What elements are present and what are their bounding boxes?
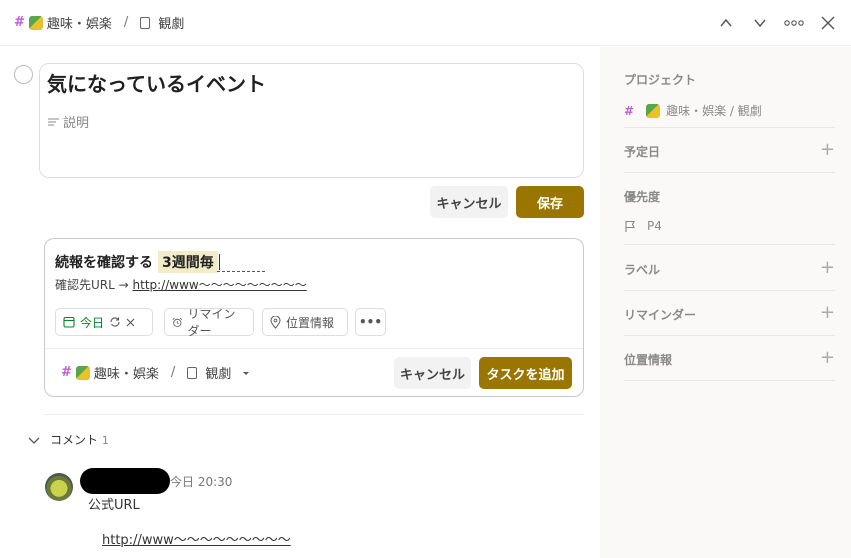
project-field[interactable]: プロジェクト # 趣味・娯楽 / 観劇 [624, 71, 835, 128]
subtask-footer: # 趣味・娯楽 / 観劇 キャンセル タスクを追加 [45, 348, 583, 396]
close-button[interactable] [813, 8, 843, 38]
project-field-value: 趣味・娯楽 / 観劇 [666, 104, 762, 118]
divider [44, 414, 584, 415]
breadcrumb[interactable]: # 趣味・娯楽 / 観劇 [14, 13, 184, 32]
suggestion-underline [217, 271, 265, 272]
project-selector-project: 趣味・娯楽 [93, 367, 159, 382]
project-emoji-icon [646, 103, 661, 118]
more-horizontal-icon [784, 20, 804, 26]
project-emoji-icon [75, 365, 90, 380]
caret-down-icon [243, 371, 250, 375]
due-date-label: 今日 [80, 315, 105, 330]
project-selector-separator: / [170, 365, 176, 380]
due-date-field[interactable]: 予定日 + [624, 141, 835, 173]
comments-heading: コメント [50, 433, 99, 447]
subtask-description-link[interactable]: http://www～～～～～～～～～ [133, 278, 307, 292]
hash-icon: # [624, 103, 635, 118]
due-date-chip[interactable]: 今日 [55, 308, 153, 336]
description-placeholder: 説明 [63, 116, 90, 131]
labels-field-label: ラベル [624, 263, 661, 277]
alarm-clock-icon [172, 317, 183, 327]
text-cursor [218, 254, 220, 270]
subtask-edit-card: 続報を確認する 3週間毎 確認先URL → http://www～～～～～～～～… [44, 238, 584, 397]
task-save-button[interactable]: 保存 [516, 186, 584, 218]
comments-count: 1 [101, 434, 109, 447]
add-reminder-icon[interactable]: + [820, 304, 835, 322]
breadcrumb-separator: / [123, 15, 129, 30]
add-location-icon[interactable]: + [820, 349, 835, 367]
add-due-date-icon[interactable]: + [820, 141, 835, 159]
task-attributes-panel: プロジェクト # 趣味・娯楽 / 観劇 予定日 + 優先度 P4 ラベル + リ… [600, 47, 851, 558]
breadcrumb-section[interactable]: 観劇 [158, 13, 184, 32]
task-title-input[interactable]: 気になっているイベント [47, 68, 266, 97]
task-edit-card[interactable]: 気になっているイベント 説明 [39, 63, 584, 178]
subtask-description-prefix: 確認先URL → [55, 278, 129, 292]
task-detail-dialog: # 趣味・娯楽 / 観劇 気になっているイベント 説明 キャンセル 保存 続報を… [0, 0, 851, 558]
comment-link[interactable]: http://www～～～～～～～～～ [102, 529, 291, 548]
task-cancel-button[interactable]: キャンセル [430, 186, 508, 218]
comment-timestamp: 今日 20:30 [170, 475, 233, 489]
comment-text: 公式URL [88, 498, 140, 513]
calendar-icon [63, 316, 75, 328]
subtask-cancel-button[interactable]: キャンセル [394, 357, 471, 389]
reminder-field[interactable]: リマインダー + [624, 304, 835, 336]
task-complete-checkbox[interactable] [14, 65, 33, 84]
redacted-username [80, 468, 170, 494]
reminder-chip[interactable]: リマインダー [164, 307, 254, 338]
task-description-input[interactable]: 説明 [48, 112, 89, 131]
priority-field-value: P4 [647, 219, 662, 233]
location-chip[interactable]: 位置情報 [262, 308, 348, 336]
more-options-button[interactable]: ••• [355, 308, 386, 336]
recurring-icon [110, 317, 120, 327]
subtask-title-input[interactable]: 続報を確認する 3週間毎 [55, 251, 220, 273]
priority-field-label: 優先度 [624, 190, 661, 204]
add-task-button[interactable]: タスクを追加 [479, 357, 572, 389]
chevron-down-icon [754, 19, 766, 28]
section-icon [140, 16, 151, 29]
location-field[interactable]: 位置情報 + [624, 349, 835, 381]
subtask-title-text: 続報を確認する [55, 255, 153, 271]
section-icon [187, 366, 198, 379]
project-field-label: プロジェクト [624, 73, 697, 87]
add-label-icon[interactable]: + [820, 259, 835, 277]
location-chip-label: 位置情報 [286, 315, 335, 330]
chevron-down-icon [28, 437, 40, 444]
comments-toggle[interactable]: コメント 1 [28, 431, 109, 448]
project-emoji-icon [28, 15, 43, 30]
project-selector-section: 観劇 [205, 367, 232, 382]
hash-icon: # [61, 365, 72, 380]
previous-task-button[interactable] [711, 8, 741, 38]
more-actions-button[interactable] [779, 8, 809, 38]
reminder-field-label: リマインダー [624, 308, 697, 322]
dialog-header: # 趣味・娯楽 / 観劇 [0, 0, 851, 46]
chevron-up-icon [720, 18, 732, 27]
recurrence-highlight: 3週間毎 [158, 251, 218, 273]
next-task-button[interactable] [745, 8, 775, 38]
flag-icon [625, 220, 635, 232]
project-selector[interactable]: # 趣味・娯楽 / 観劇 [61, 363, 251, 382]
breadcrumb-project[interactable]: 趣味・娯楽 [47, 13, 112, 32]
location-field-label: 位置情報 [624, 353, 673, 367]
location-pin-icon [270, 315, 281, 329]
hash-icon: # [14, 15, 25, 30]
avatar [45, 473, 73, 501]
clear-date-icon[interactable] [126, 318, 135, 327]
close-icon [821, 16, 835, 30]
labels-field[interactable]: ラベル + [624, 259, 835, 291]
priority-field[interactable]: 優先度 P4 [624, 188, 835, 245]
subtask-description-input[interactable]: 確認先URL → http://www～～～～～～～～～ [55, 276, 307, 293]
reminder-chip-label: リマインダー [187, 307, 236, 338]
description-icon [48, 117, 59, 126]
due-date-field-label: 予定日 [624, 145, 661, 159]
